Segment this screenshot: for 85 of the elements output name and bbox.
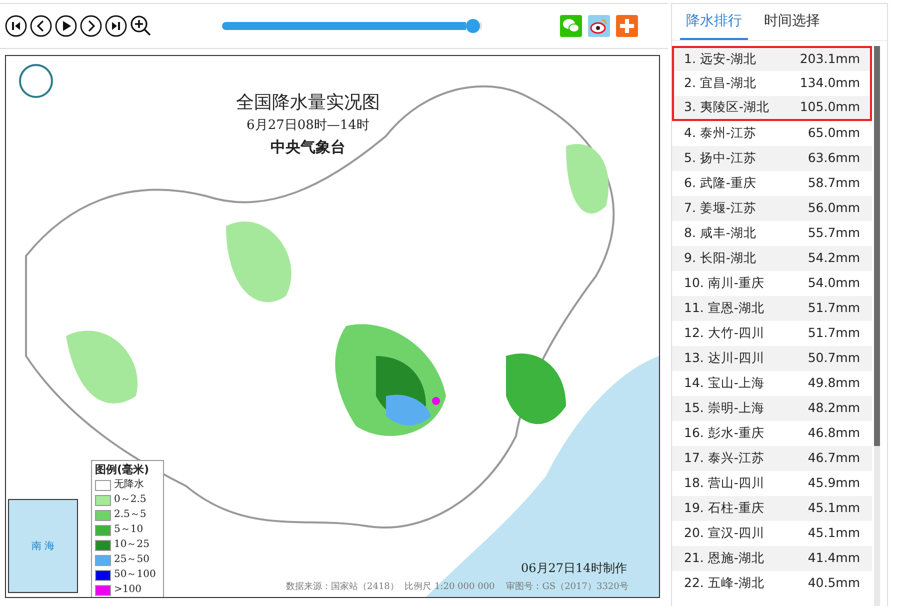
eye-logo-icon[interactable]: [588, 15, 610, 37]
legend-title: 图例(毫米): [95, 463, 150, 477]
panel-tab[interactable]: 时间选择: [758, 4, 826, 40]
scrollbar-thumb[interactable]: [874, 46, 880, 446]
rainfall-value: 40.5mm: [808, 574, 860, 592]
station-name: 22. 五峰-湖北: [684, 574, 764, 592]
ranking-row[interactable]: 15. 崇明-上海 48.2mm: [672, 396, 872, 421]
station-name: 1. 远安-湖北: [684, 50, 756, 68]
ranking-row[interactable]: 19. 石柱-重庆 45.1mm: [672, 496, 872, 521]
map-subtitle: 6月27日08时—14时: [246, 117, 370, 135]
map-issuer: 中央气象台: [270, 137, 346, 158]
ranking-row[interactable]: 13. 达川-四川 50.7mm: [672, 346, 872, 371]
rainfall-value: 45.9mm: [808, 474, 860, 492]
play-icon[interactable]: [55, 15, 77, 37]
station-name: 19. 石柱-重庆: [684, 499, 764, 518]
rainfall-value: 50.7mm: [808, 349, 860, 368]
legend-label: 2.5～5: [114, 509, 146, 521]
ranking-row[interactable]: 5. 扬中-江苏 63.6mm: [672, 146, 872, 171]
rainfall-value: 203.1mm: [800, 50, 860, 68]
map-title: 全国降水量实况图: [236, 91, 380, 115]
slider-thumb[interactable]: [466, 19, 480, 33]
legend-label: 25～50: [114, 554, 150, 566]
station-name: 21. 恩施-湖北: [684, 549, 764, 568]
ranking-row[interactable]: 9. 长阳-湖北 54.2mm: [672, 246, 872, 271]
station-name: 7. 姜堰-江苏: [684, 199, 756, 218]
legend-label: 0～2.5: [114, 494, 146, 506]
ranking-row[interactable]: 3. 夷陵区-湖北 105.0mm: [672, 96, 872, 121]
rainfall-value: 41.4mm: [808, 549, 860, 568]
station-name: 3. 夷陵区-湖北: [684, 98, 770, 116]
rainfall-value: 46.7mm: [808, 449, 860, 468]
chevron-left-icon[interactable]: [30, 15, 52, 37]
station-name: 5. 扬中-江苏: [684, 149, 756, 168]
chevron-right-icon[interactable]: [80, 15, 102, 37]
ranking-row[interactable]: 21. 恩施-湖北 41.4mm: [672, 546, 872, 571]
rainfall-value: 54.0mm: [808, 274, 860, 292]
station-name: 4. 泰州-江苏: [684, 124, 756, 142]
station-name: 11. 宣恩-湖北: [684, 299, 764, 318]
ranking-row[interactable]: 11. 宣恩-湖北 51.7mm: [672, 296, 872, 321]
station-name: 15. 崇明-上海: [684, 399, 764, 418]
time-slider[interactable]: [222, 19, 482, 33]
station-name: 20. 宣汉-四川: [684, 524, 764, 542]
rainfall-value: 58.7mm: [808, 174, 860, 192]
ranking-row[interactable]: 17. 泰兴-江苏 46.7mm: [672, 446, 872, 471]
skip-last-icon[interactable]: [105, 15, 127, 37]
station-name: 14. 宝山-上海: [684, 374, 764, 392]
rainfall-value: 63.6mm: [808, 149, 860, 168]
station-name: 18. 营山-四川: [684, 474, 764, 492]
ranking-row[interactable]: 2. 宜昌-湖北 134.0mm: [672, 71, 872, 96]
station-name: 2. 宜昌-湖北: [684, 74, 756, 92]
panel-tab[interactable]: 降水排行: [680, 4, 748, 40]
rainfall-value: 51.7mm: [808, 299, 860, 318]
station-name: 6. 武隆-重庆: [684, 174, 756, 192]
station-name: 13. 达川-四川: [684, 349, 764, 368]
legend-label: 5～10: [114, 524, 144, 536]
rainfall-value: 105.0mm: [800, 98, 860, 116]
rainfall-value: 45.1mm: [808, 499, 860, 518]
station-name: 8. 咸丰-湖北: [684, 224, 756, 242]
station-name: 9. 长阳-湖北: [684, 249, 756, 268]
rainfall-value: 134.0mm: [800, 74, 860, 92]
rainfall-value: 49.8mm: [808, 374, 860, 392]
station-name: 12. 大竹-四川: [684, 324, 764, 342]
station-name: 17. 泰兴-江苏: [684, 449, 764, 468]
legend-label: >100: [114, 584, 142, 596]
skip-first-icon[interactable]: [5, 15, 27, 37]
rainfall-value: 56.0mm: [808, 199, 860, 218]
rainfall-value: 55.7mm: [808, 224, 860, 242]
station-name: 16. 彭水-重庆: [684, 424, 764, 442]
legend-label: 50～100: [114, 569, 156, 581]
rainfall-value: 51.7mm: [808, 324, 860, 342]
slider-track: [480, 22, 482, 30]
legend-label: 无降水: [114, 479, 144, 491]
station-name: 10. 南川-重庆: [684, 274, 764, 292]
production-date-label: 06月27日14时制作: [521, 560, 627, 577]
map-credits: 数据来源：国家站（2418） 比例尺 1:20 000 000 审图号：GS（2017）3320号: [286, 581, 628, 594]
zoom-in-icon[interactable]: [130, 15, 152, 37]
plus-icon[interactable]: [616, 15, 638, 37]
ranking-row[interactable]: 1. 远安-湖北 203.1mm: [672, 46, 872, 71]
inset-label: 南 海: [31, 540, 55, 554]
rainfall-value: 46.8mm: [808, 424, 860, 442]
ranking-row[interactable]: 7. 姜堰-江苏 56.0mm: [672, 196, 872, 221]
legend-label: 10～25: [114, 539, 150, 551]
rainfall-value: 54.2mm: [808, 249, 860, 268]
rainfall-value: 65.0mm: [808, 124, 860, 142]
rainfall-value: 48.2mm: [808, 399, 860, 418]
rainfall-value: 45.1mm: [808, 524, 860, 542]
